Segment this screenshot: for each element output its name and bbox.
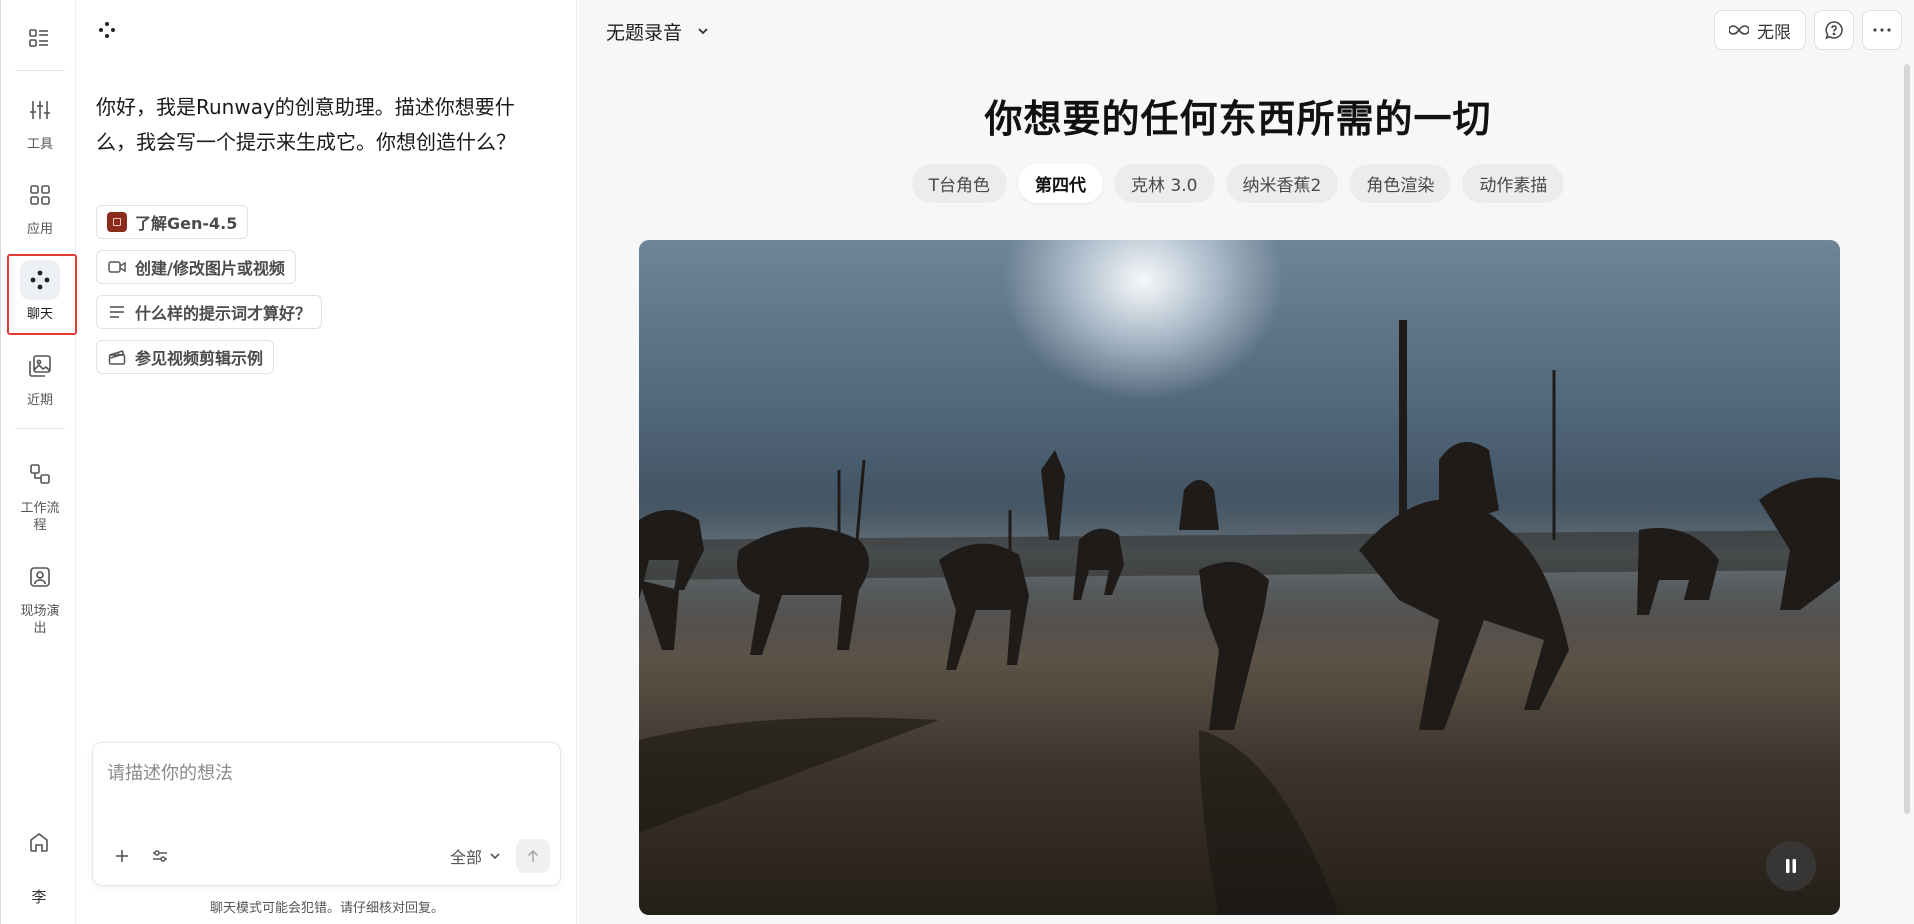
rail-item-workflow[interactable]: 工作流程 [5,454,75,534]
runway-logo-icon [95,18,119,42]
left-rail: 工具 应用 聊天 近期 工作流程 现场演出 李 [0,0,77,924]
scope-select[interactable]: 全部 [450,841,502,871]
suggestion-chip-good-prompt[interactable]: 什么样的提示词才算好？ [96,295,323,329]
rail-label: 工具 [26,137,53,152]
prompt-input[interactable] [107,759,547,819]
chat-panel: 你好，我是Runway的创意助理。描述你想要什么，我会写一个提示来生成它。你想创… [77,0,577,924]
gen-badge-icon [107,212,127,232]
suggestion-chip-video-examples[interactable]: 参见视频剪辑示例 [96,340,275,374]
model-tabs: T台角色 第四代 克林 3.0 纳米香蕉2 角色渲染 动作素描 [578,164,1898,203]
avatar[interactable]: 李 [19,876,59,916]
chip-label: 了解Gen-4.5 [135,214,238,233]
send-button[interactable] [516,839,550,873]
unlimited-button[interactable]: 无限 [1714,10,1806,50]
rail-label: 现场演出 [20,604,60,636]
recording-title: 无题录音 [606,21,683,44]
scrollbar[interactable] [1904,64,1910,814]
rail-item-tools[interactable]: 工具 [5,90,75,153]
chip-label: 什么样的提示词才算好？ [135,304,312,323]
rail-label: 近期 [26,393,53,408]
pause-icon [1786,859,1796,873]
suggestion-chip-create-media[interactable]: 创建/修改图片或视频 [96,250,296,284]
rail-label: 聊天 [26,307,53,322]
recording-title-dropdown[interactable]: 无题录音 [606,16,710,46]
hero-title: 你想要的任何东西所需的一切 [984,97,1492,141]
recent-images-icon [20,346,60,386]
rail-item-recent[interactable]: 近期 [5,346,75,409]
settings-button[interactable] [145,841,175,871]
scope-label: 全部 [449,848,482,867]
main-area: 无题录音 无限 你想要的任何东西所需的一切 T台角色 第四代 克林 3.0 纳米… [578,0,1914,924]
rail-divider [15,428,65,429]
top-actions: 无限 [1714,10,1902,50]
tab-runway-characters[interactable]: T台角色 [911,164,1008,203]
pause-button[interactable] [1766,841,1816,891]
home-icon[interactable] [19,822,59,862]
plus-icon [116,850,128,862]
chevron-down-icon [698,28,708,35]
help-bubble-icon [1825,21,1843,40]
chip-label: 创建/修改图片或视频 [135,259,285,278]
more-button[interactable] [1862,10,1902,50]
suggestion-list: 了解Gen-4.5 创建/修改图片或视频 什么样的提示词才算好？ 参见视频剪辑示… [96,205,323,374]
unlimited-label: 无限 [1757,22,1791,43]
rail-divider [15,70,65,71]
tab-kling-3[interactable]: 克林 3.0 [1114,164,1215,203]
suggestion-chip-learn-gen[interactable]: 了解Gen-4.5 [96,205,249,239]
app-window: 工具 应用 聊天 近期 工作流程 现场演出 李 你好，我是Runway的创意助理… [0,0,1914,924]
help-button[interactable] [1814,10,1854,50]
live-icon [20,557,60,597]
more-dots-icon [1873,28,1891,32]
chat-composer: 全部 [92,742,561,886]
add-attachment-button[interactable] [107,841,137,871]
chip-label: 参见视频剪辑示例 [135,349,264,368]
tab-character-render[interactable]: 角色渲染 [1349,164,1452,203]
workflow-icon [20,454,60,494]
showcase-video[interactable] [639,240,1840,915]
rail-item-apps[interactable]: 应用 [5,175,75,238]
rail-item-live[interactable]: 现场演出 [5,557,75,637]
chat-dots-icon [20,260,60,300]
sliders-icon [20,90,60,130]
rail-label: 工作流程 [20,501,60,533]
tab-nano-banana-2[interactable]: 纳米香蕉2 [1225,164,1339,203]
sidebar-toggle-icon[interactable] [25,24,53,52]
rail-label: 应用 [26,222,53,237]
settings-sliders-icon [153,850,167,862]
assistant-greeting: 你好，我是Runway的创意助理。描述你想要什么，我会写一个提示来生成它。你想创… [96,95,516,154]
clapperboard-icon [107,347,127,367]
tab-motion-sketch[interactable]: 动作素描 [1462,164,1565,203]
arrow-up-icon [527,849,539,862]
disclaimer-text: 聊天模式可能会犯错。请仔细核对回复。 [209,901,444,916]
lines-icon [107,302,127,322]
video-camera-icon [107,257,127,277]
apps-grid-icon [20,175,60,215]
rail-item-chat[interactable]: 聊天 [5,260,75,323]
tab-gen-4[interactable]: 第四代 [1018,164,1104,203]
cavalry-scene-image [639,320,1840,915]
chevron-down-icon [490,853,500,860]
infinity-icon [1729,25,1749,35]
